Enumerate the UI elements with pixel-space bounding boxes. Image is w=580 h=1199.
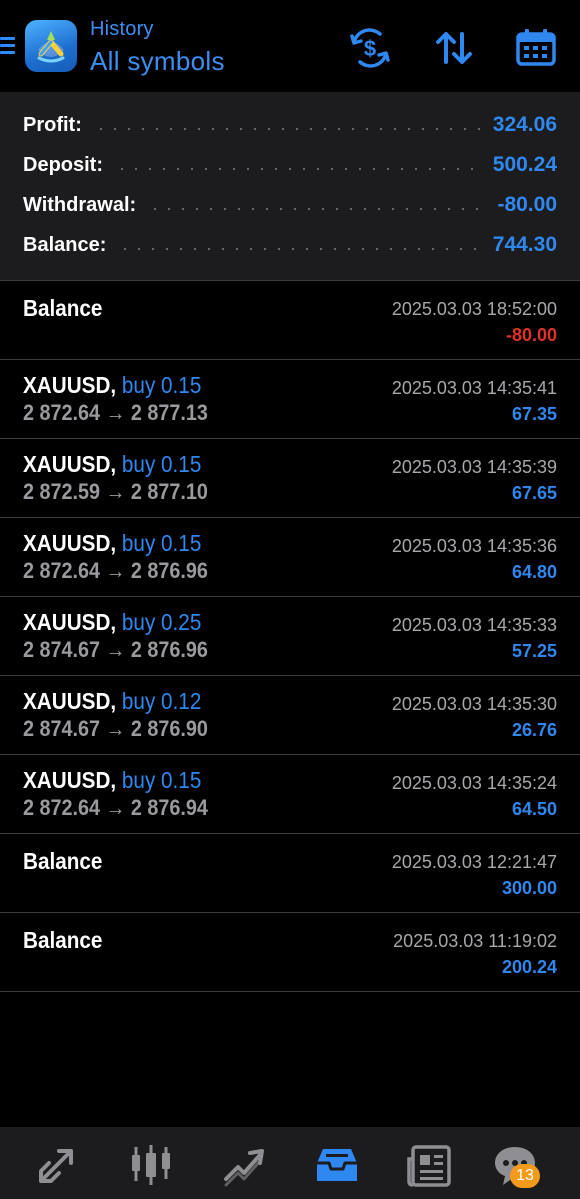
news-icon[interactable]: [405, 1141, 453, 1189]
balance-title: Balance: [23, 848, 103, 874]
balance-title: Balance: [23, 927, 103, 953]
deal-time: 2025.03.03 14:35:41: [391, 378, 557, 398]
deal-amount: 64.80: [511, 562, 557, 582]
deal-amount: 300.00: [501, 878, 557, 898]
summary-label: Withdrawal:: [23, 193, 137, 216]
summary-row-balance: Balance: 744.30: [23, 230, 557, 260]
deal-time: 2025.03.03 14:35:33: [391, 615, 557, 635]
deal-amount: 200.24: [501, 957, 557, 977]
deal-amount: 26.76: [511, 720, 557, 740]
list-item[interactable]: Balance 2025.03.03 18:52:00 -80.00: [0, 281, 580, 360]
summary-label: Deposit:: [23, 153, 103, 176]
dot-leader: [148, 208, 486, 210]
trade-type: buy 0.15: [121, 451, 202, 477]
trade-prices: 2 872.64 → 2 876.96: [23, 558, 208, 583]
summary-row-withdrawal: Withdrawal: -80.00: [23, 190, 557, 220]
trade-symbol: XAUUSD,: [23, 451, 117, 477]
deal-time: 2025.03.03 14:35:36: [391, 536, 557, 556]
trade-prices: 2 872.64 → 2 877.13: [23, 400, 208, 425]
summary-label: Balance:: [23, 233, 107, 256]
chat-badge: 13: [510, 1164, 540, 1188]
trade-prices: 2 874.67 → 2 876.90: [23, 716, 208, 741]
trade-type: buy 0.15: [121, 530, 202, 556]
svg-text:$: $: [364, 36, 376, 61]
list-item[interactable]: XAUUSD, buy 0.15 2 872.64 → 2 876.94 202…: [0, 755, 580, 834]
chart-icon[interactable]: [127, 1141, 175, 1189]
deal-amount: 67.65: [511, 483, 557, 503]
trade-prices: 2 872.64 → 2 876.94: [23, 795, 208, 820]
history-list: Balance 2025.03.03 18:52:00 -80.00 XAUUS…: [0, 281, 580, 992]
list-item[interactable]: XAUUSD, buy 0.15 2 872.59 → 2 877.10 202…: [0, 439, 580, 518]
trade-symbol: XAUUSD,: [23, 372, 117, 398]
header-subtitle: History: [90, 18, 154, 40]
trade-type: buy 0.15: [121, 767, 202, 793]
trade-symbol: XAUUSD,: [23, 767, 117, 793]
list-item[interactable]: XAUUSD, buy 0.12 2 874.67 → 2 876.90 202…: [0, 676, 580, 755]
list-item[interactable]: XAUUSD, buy 0.25 2 874.67 → 2 876.96 202…: [0, 597, 580, 676]
summary-value: 744.30: [492, 233, 557, 256]
trade-prices: 2 874.67 → 2 876.96: [23, 637, 208, 662]
summary-value: 500.24: [492, 153, 557, 176]
deal-time: 2025.03.03 14:35:39: [391, 457, 557, 477]
dot-leader: [93, 128, 481, 130]
list-item[interactable]: Balance 2025.03.03 11:19:02 200.24: [0, 913, 580, 992]
app-header: History All symbols $: [0, 0, 580, 92]
trade-type: buy 0.12: [121, 688, 202, 714]
summary-label: Profit:: [23, 113, 82, 136]
summary-panel: Profit: 324.06 Deposit: 500.24 Withdrawa…: [0, 92, 580, 281]
bottom-nav: [0, 1127, 580, 1199]
list-item[interactable]: XAUUSD, buy 0.15 2 872.64 → 2 877.13 202…: [0, 360, 580, 439]
list-item[interactable]: XAUUSD, buy 0.15 2 872.64 → 2 876.96 202…: [0, 518, 580, 597]
trade-prices: 2 872.59 → 2 877.10: [23, 479, 208, 504]
summary-row-profit: Profit: 324.06: [23, 110, 557, 140]
dollar-swap-icon[interactable]: $: [348, 26, 392, 70]
deal-time: 2025.03.03 18:52:00: [391, 299, 557, 319]
deal-amount: 57.25: [511, 641, 557, 661]
history-icon[interactable]: [313, 1141, 361, 1189]
summary-row-deposit: Deposit: 500.24: [23, 150, 557, 180]
app-logo: [25, 20, 77, 72]
header-title: All symbols: [90, 46, 225, 76]
summary-value: -80.00: [497, 193, 557, 216]
deal-time: 2025.03.03 14:35:24: [391, 773, 557, 793]
deal-time: 2025.03.03 14:35:30: [391, 694, 557, 714]
summary-value: 324.06: [492, 113, 557, 136]
list-item[interactable]: Balance 2025.03.03 12:21:47 300.00: [0, 834, 580, 913]
trade-symbol: XAUUSD,: [23, 688, 117, 714]
calendar-icon[interactable]: [514, 26, 558, 70]
sort-icon[interactable]: [432, 26, 476, 70]
deal-amount: -80.00: [505, 325, 557, 345]
trade-type: buy 0.25: [121, 609, 202, 635]
trade-symbol: XAUUSD,: [23, 609, 117, 635]
deal-time: 2025.03.03 11:19:02: [393, 931, 557, 951]
deal-time: 2025.03.03 12:21:47: [391, 852, 557, 872]
menu-icon[interactable]: [0, 33, 16, 59]
balance-title: Balance: [23, 295, 103, 321]
dot-leader: [115, 168, 481, 170]
deal-amount: 67.35: [511, 404, 557, 424]
trade-icon[interactable]: [220, 1141, 268, 1189]
deal-amount: 64.50: [511, 799, 557, 819]
quotes-icon[interactable]: [35, 1141, 83, 1189]
dot-leader: [118, 248, 481, 250]
trade-symbol: XAUUSD,: [23, 530, 117, 556]
trade-type: buy 0.15: [121, 372, 202, 398]
